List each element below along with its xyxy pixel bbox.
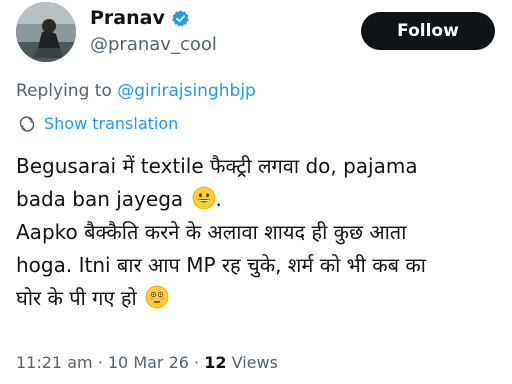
tweet-line: Begusarai में textile फैक्ट्री लगवा do, … — [16, 154, 418, 178]
tweet-card: Pranav @pranav_cool Follow Replying to @… — [0, 0, 512, 384]
views-label: Views — [231, 353, 278, 372]
tweet-line: घोर के पी गए हो — [16, 286, 137, 310]
avatar[interactable] — [16, 2, 76, 62]
tweet-line-with-emoji: घोर के पी गए हो — [16, 282, 504, 315]
meta-separator: · — [97, 353, 103, 372]
tweet-text: Begusarai में textile फैक्ट्री लगवा do, … — [16, 150, 504, 315]
show-translation-label[interactable]: Show translation — [44, 113, 178, 135]
tweet-line: bada ban jayega — [16, 187, 184, 211]
author-handle[interactable]: @pranav_cool — [90, 34, 217, 56]
flushed-face-emoji-icon — [145, 285, 169, 309]
grinning-face-emoji-icon — [192, 186, 216, 210]
show-translation-link[interactable]: Show translation — [18, 113, 178, 135]
tweet-line: hoga. Itni बार आप MP रह चुके, शर्म को भी… — [16, 253, 426, 277]
reply-mention-link[interactable]: @girirajsinghbjp — [117, 81, 256, 101]
verified-badge-icon — [171, 9, 190, 28]
tweet-date[interactable]: 10 Mar 26 — [108, 353, 189, 372]
avatar-photo — [16, 2, 76, 62]
author-name-row[interactable]: Pranav — [90, 6, 190, 30]
reply-context: Replying to @girirajsinghbjp — [16, 80, 256, 102]
author-name[interactable]: Pranav — [90, 6, 165, 30]
tweet-meta: 11:21 am · 10 Mar 26 · 12 Views — [16, 352, 278, 374]
reply-prefix: Replying to — [16, 81, 112, 101]
follow-button[interactable]: Follow — [361, 12, 495, 50]
globe-icon — [18, 115, 36, 133]
views-count[interactable]: 12 — [204, 353, 226, 372]
tweet-time[interactable]: 11:21 am — [16, 353, 93, 372]
tweet-line: Aapko बैक्कैति करने के अलावा शायद ही कुछ… — [16, 220, 407, 244]
meta-separator: · — [194, 353, 200, 372]
tweet-line-with-emoji: bada ban jayega . — [16, 186, 222, 211]
